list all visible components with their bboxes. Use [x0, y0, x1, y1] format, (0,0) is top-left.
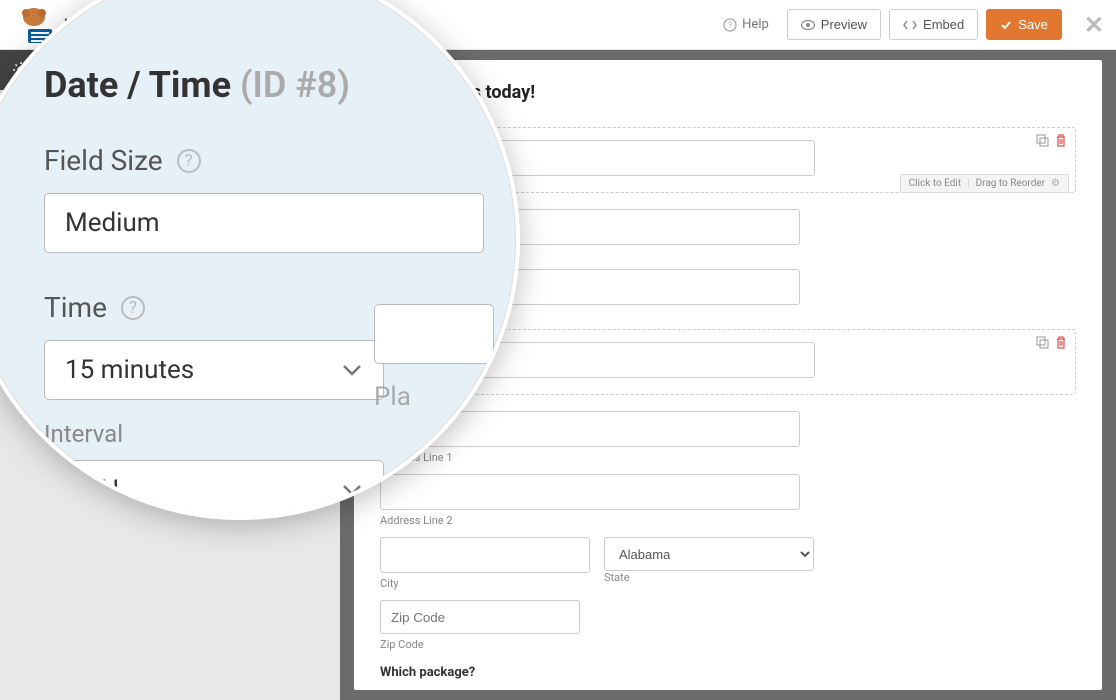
- field-size-select[interactable]: Medium: [44, 193, 484, 253]
- help-icon[interactable]: ?: [177, 149, 201, 173]
- duplicate-icon[interactable]: [1036, 336, 1049, 349]
- save-button[interactable]: Save: [986, 9, 1062, 40]
- state-label: State: [604, 571, 814, 584]
- code-icon: [903, 19, 917, 31]
- close-icon[interactable]: ✕: [1084, 11, 1104, 39]
- zip-input[interactable]: [380, 600, 580, 634]
- city-input[interactable]: [380, 537, 590, 573]
- delete-icon[interactable]: [1055, 336, 1067, 349]
- city-label: City: [380, 577, 590, 590]
- address-line2-label: Address Line 2: [380, 514, 1076, 527]
- check-icon: [1000, 19, 1012, 31]
- zip-label: Zip Code: [380, 638, 1076, 651]
- panel-title: Date / Time (ID #8): [44, 64, 446, 106]
- address-group: Address Line 1 Address Line 2 City Alaba…: [380, 411, 1076, 651]
- time-placeholder-input[interactable]: [374, 304, 494, 364]
- interval-label: Interval: [44, 420, 446, 448]
- duplicate-icon[interactable]: [1036, 134, 1049, 147]
- placeholder-label-partial: Pla: [374, 382, 411, 412]
- embed-button[interactable]: Embed: [889, 9, 978, 40]
- address-line2-input[interactable]: [380, 474, 800, 510]
- state-select[interactable]: Alabama: [604, 537, 814, 571]
- address-line1-label: Address Line 1: [380, 451, 1076, 464]
- svg-text:?: ?: [728, 21, 732, 31]
- field-size-label: Field Size ?: [44, 144, 446, 177]
- field-hint: Click to Edit | Drag to Reorder ⚙: [900, 174, 1069, 193]
- help-link[interactable]: ? Help: [713, 11, 779, 38]
- form-title: e and see us today!: [380, 82, 1076, 103]
- hint-gear-icon[interactable]: ⚙: [1051, 178, 1060, 189]
- time-interval-select[interactable]: 15 minutes: [44, 340, 384, 400]
- preview-button[interactable]: Preview: [787, 9, 881, 40]
- help-icon[interactable]: ?: [121, 296, 145, 320]
- eye-icon: [801, 20, 815, 30]
- chevron-down-icon: [341, 363, 363, 377]
- package-question-label: Which package?: [380, 665, 1076, 680]
- delete-icon[interactable]: [1055, 134, 1067, 147]
- help-icon: ?: [723, 18, 737, 32]
